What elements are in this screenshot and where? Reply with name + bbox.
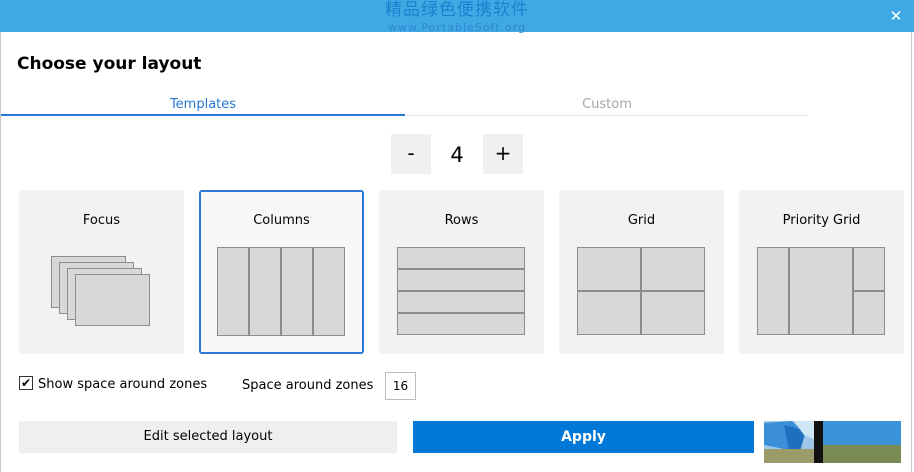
space-around-zones-label: Space around zones [242,378,374,393]
layout-card-label: Columns [253,213,310,228]
decrease-zones-button[interactable]: - [391,134,431,174]
increase-zones-button[interactable]: + [483,134,523,174]
zone-preview [397,291,525,313]
zone-preview [577,291,641,335]
layout-card-label: Grid [627,213,656,228]
layout-card-rows[interactable]: Rows [379,190,544,354]
watermark-logo-image [764,421,901,463]
zone-preview [249,247,281,336]
layout-card-label: Focus [82,213,121,228]
zone-preview [397,313,525,335]
zone-count-value: 4 [450,143,464,167]
layout-card-columns[interactable]: Columns [199,190,364,354]
zone-preview [641,247,705,291]
apply-button[interactable]: Apply [413,421,754,453]
zone-preview [75,274,150,326]
tab-templates[interactable]: Templates [1,96,405,116]
zone-preview [853,247,885,291]
zone-preview [217,247,249,336]
tab-active-indicator [1,114,405,116]
zone-preview [397,269,525,291]
tab-divider [405,115,808,116]
zone-preview [853,291,885,335]
show-space-label: Show space around zones [38,377,208,392]
show-space-checkbox[interactable]: ✔ [19,376,33,390]
edit-selected-layout-button[interactable]: Edit selected layout [19,421,397,453]
space-around-zones-input[interactable]: 16 [385,372,416,400]
tab-custom[interactable]: Custom [405,96,809,116]
zone-preview [641,291,705,335]
zone-preview [281,247,313,336]
layout-card-focus[interactable]: Focus [19,190,184,354]
layout-card-grid[interactable]: Grid [559,190,724,354]
zone-preview [577,247,641,291]
zone-preview [789,247,853,335]
layout-card-label: Priority Grid [782,213,861,228]
page-title: Choose your layout [17,54,202,74]
watermark-text: 精品绿色便携软件 [385,0,529,20]
zone-preview [313,247,345,336]
layout-card-label: Rows [444,213,479,228]
layout-card-priority-grid[interactable]: Priority Grid [739,190,904,354]
zone-preview [397,247,525,269]
close-icon[interactable]: ✕ [886,6,906,26]
zone-preview [757,247,789,335]
